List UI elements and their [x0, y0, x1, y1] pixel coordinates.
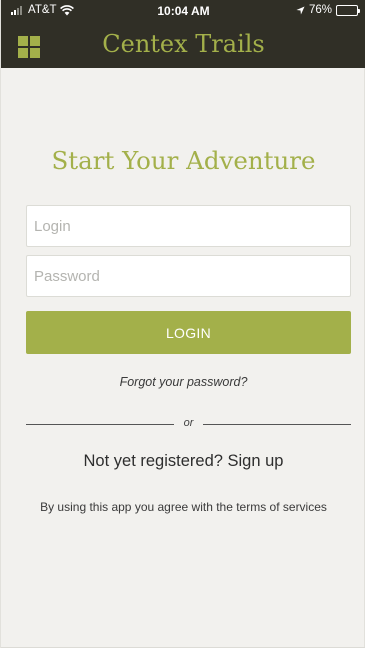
- forgot-password-link[interactable]: Forgot your password?: [1, 375, 365, 389]
- signup-link[interactable]: Not yet registered? Sign up: [1, 452, 365, 471]
- battery-icon: [336, 4, 360, 16]
- password-input[interactable]: [26, 255, 351, 297]
- or-divider: or: [26, 417, 351, 431]
- status-bar: AT&T 10:04 AM 76%: [1, 0, 365, 22]
- divider-line-right: [203, 424, 351, 425]
- top-bar: AT&T 10:04 AM 76% Centex Trails: [1, 0, 365, 68]
- battery-percent: 76%: [308, 4, 332, 16]
- login-button[interactable]: LOGIN: [26, 311, 351, 354]
- app-screen: AT&T 10:04 AM 76% Centex Trails Start Yo…: [0, 0, 365, 648]
- app-title: Centex Trails: [102, 30, 265, 58]
- page-headline: Start Your Adventure: [51, 146, 316, 175]
- divider-or-text: or: [183, 417, 194, 429]
- login-input[interactable]: [26, 205, 351, 247]
- app-header: Centex Trails: [1, 22, 365, 68]
- terms-text: By using this app you agree with the ter…: [40, 500, 327, 514]
- status-right: 76%: [296, 4, 360, 16]
- location-arrow-icon: [296, 5, 305, 15]
